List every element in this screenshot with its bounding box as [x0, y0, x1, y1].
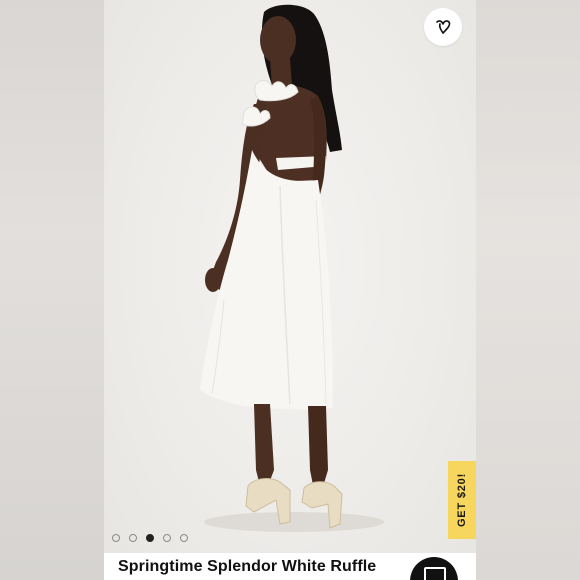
- promo-label: GET $20!: [456, 472, 468, 528]
- wishlist-button[interactable]: [424, 8, 462, 46]
- promo-tab[interactable]: GET $20!: [448, 461, 476, 539]
- product-photo[interactable]: [104, 0, 476, 580]
- carousel-dots: [112, 534, 188, 542]
- face: [260, 16, 296, 64]
- chat-icon: [424, 567, 446, 580]
- left-leg: [254, 404, 274, 486]
- left-hand: [205, 268, 221, 292]
- right-leg: [308, 406, 328, 490]
- right-margin: [476, 0, 580, 580]
- product-title: Springtime Splendor White Ruffle: [118, 558, 377, 575]
- carousel-dot-2[interactable]: [129, 534, 137, 542]
- left-margin: [0, 0, 104, 580]
- carousel-dot-5[interactable]: [180, 534, 188, 542]
- floor-shadow: [204, 512, 384, 532]
- carousel-dot-1[interactable]: [112, 534, 120, 542]
- carousel-dot-4[interactable]: [163, 534, 171, 542]
- carousel-dot-3[interactable]: [146, 534, 154, 542]
- listing-frame: GET $20! Springtime Splendor White Ruffl…: [0, 0, 580, 580]
- model-illustration: [200, 4, 384, 532]
- heart-logo-icon: [436, 20, 451, 34]
